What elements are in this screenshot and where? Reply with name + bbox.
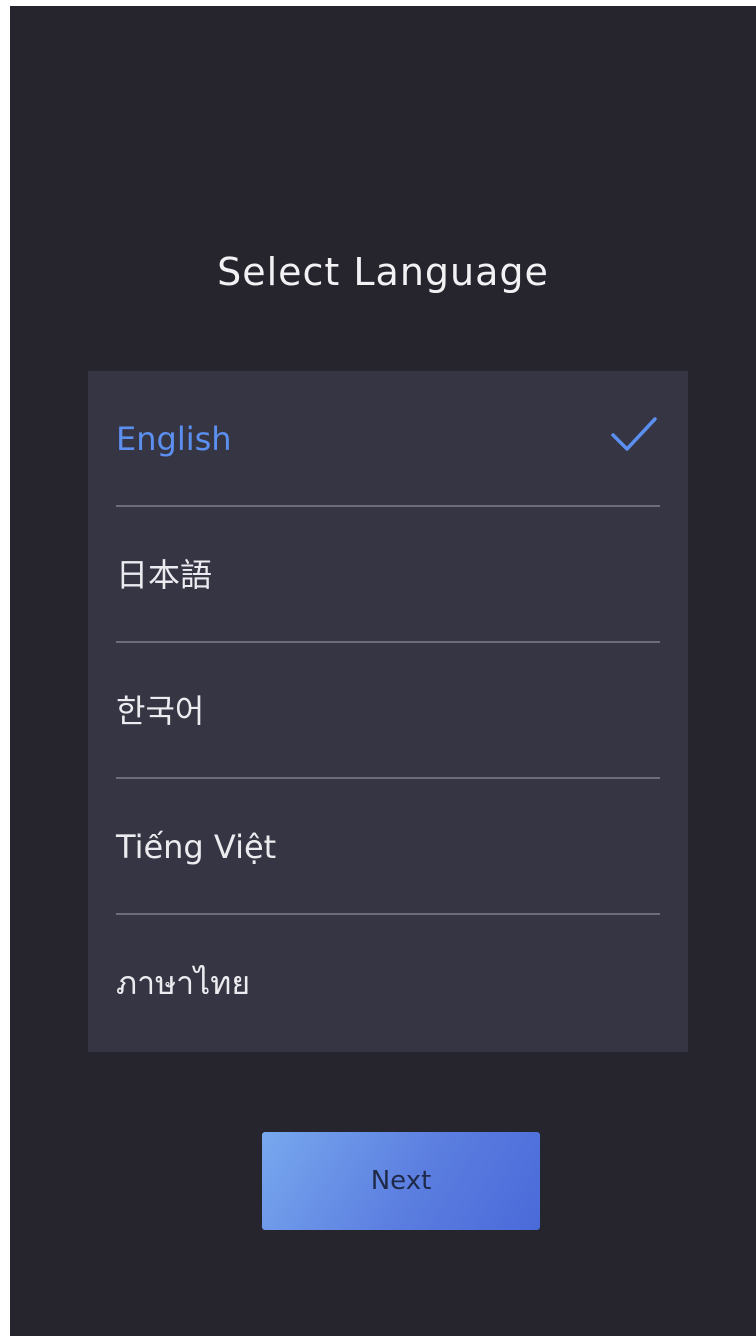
language-item-japanese[interactable]: 日本語 [88, 507, 688, 643]
language-item-english[interactable]: English [88, 371, 688, 507]
language-screen: Select Language English 日本語 한국어 Tiếng Vi… [10, 6, 756, 1336]
page-title: Select Language [217, 250, 549, 294]
next-button[interactable]: Next [262, 1132, 540, 1230]
language-label: ภาษาไทย [116, 964, 251, 1002]
language-list: English 日本語 한국어 Tiếng Việt ภาษาไทย [88, 371, 688, 1052]
language-label: English [116, 420, 232, 458]
language-item-korean[interactable]: 한국어 [88, 643, 688, 779]
language-label: Tiếng Việt [116, 828, 277, 866]
language-item-thai[interactable]: ภาษาไทย [88, 915, 688, 1051]
language-item-vietnamese[interactable]: Tiếng Việt [88, 779, 688, 915]
language-label: 日本語 [116, 556, 213, 594]
checkmark-icon [611, 417, 657, 451]
language-label: 한국어 [116, 692, 205, 730]
